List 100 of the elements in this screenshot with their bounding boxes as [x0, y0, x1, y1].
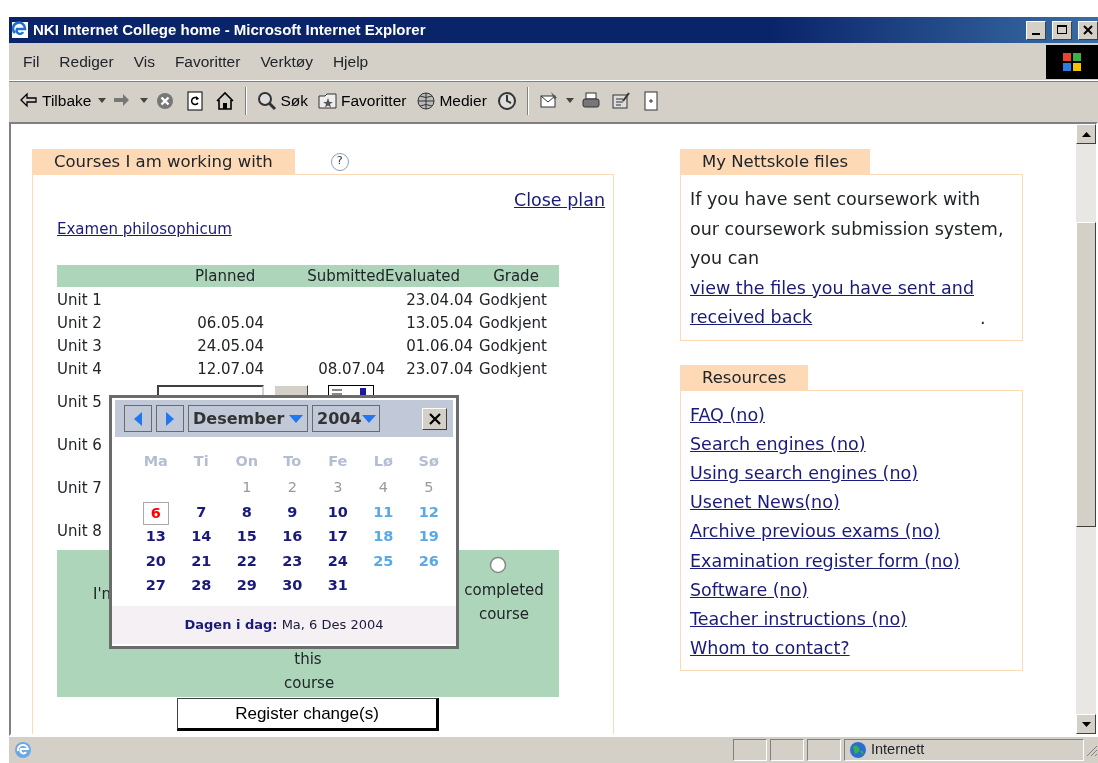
calendar-day[interactable]: 8	[224, 501, 270, 524]
globe-icon	[849, 741, 867, 759]
resource-link[interactable]: Examination register form (no)	[690, 546, 960, 576]
printer-icon	[580, 90, 601, 111]
calendar-day[interactable]: 27	[133, 575, 179, 597]
up-arrow-icon[interactable]	[1081, 131, 1091, 137]
table-cell-text: Godkjent	[478, 312, 548, 334]
year-dropdown[interactable]: 2004	[312, 405, 380, 432]
register-button[interactable]: Register change(s)	[177, 698, 439, 732]
maximize-button[interactable]	[1052, 20, 1072, 40]
toolbar-button[interactable]: Tilbake	[15, 86, 96, 115]
resource-link[interactable]: FAQ (no)	[690, 400, 765, 430]
files-link[interactable]: view the files you have sent and received back	[690, 273, 980, 333]
option-label: this course	[284, 649, 332, 695]
resource-link[interactable]: Search engines (no)	[690, 429, 866, 459]
menu-item[interactable]: Vis	[123, 49, 165, 74]
window-title: NKI Internet College home - Microsoft Internet Explorer	[33, 19, 426, 40]
menu-item[interactable]: Hjelp	[322, 49, 379, 74]
weekday-label: Lø	[372, 452, 394, 471]
table-cell-text: 08.07.04	[317, 358, 385, 380]
resize-grip-icon[interactable]	[1084, 743, 1098, 757]
resource-link[interactable]: Archive previous exams (no)	[690, 517, 941, 547]
column-header: Evaluated	[385, 266, 462, 288]
previous-month-button[interactable]	[124, 405, 152, 432]
menu-item[interactable]: Rediger	[49, 49, 124, 74]
close-button[interactable]	[1078, 20, 1098, 40]
table-cell-text: 12.07.04	[196, 358, 264, 380]
right-arrow-icon	[165, 411, 175, 426]
calendar-day[interactable]: 23	[269, 550, 315, 573]
row-label: Unit 1	[57, 289, 102, 311]
folder-icon	[317, 90, 338, 111]
search-icon	[257, 90, 278, 111]
globe-icon	[416, 90, 437, 111]
calendar-day[interactable]: 28	[178, 575, 224, 597]
calendar-day[interactable]: 14	[178, 526, 224, 548]
resource-link[interactable]: Using search engines (no)	[690, 458, 919, 489]
refresh-icon	[185, 90, 206, 111]
toolbar-button[interactable]: Favoritter	[313, 86, 411, 115]
minimize-button[interactable]	[1026, 20, 1046, 40]
calendar-day[interactable]: 31	[315, 575, 361, 597]
clock-icon	[496, 90, 517, 111]
calendar-day[interactable]: 24	[315, 550, 361, 573]
resource-link[interactable]: Usenet News(no)	[690, 488, 840, 518]
minimize-icon	[1032, 33, 1040, 35]
course-link[interactable]: Examen philosophicum	[57, 218, 232, 241]
caret-icon[interactable]	[564, 97, 575, 104]
toolbar-button[interactable]: Søk	[253, 86, 312, 115]
calendar-day[interactable]: 20	[133, 550, 179, 573]
calendar-day[interactable]: 22	[224, 550, 270, 573]
close-icon	[1081, 23, 1095, 37]
calendar-day[interactable]: 15	[224, 526, 270, 548]
row-label: Unit 6	[57, 434, 102, 456]
weekday-label: Sø	[417, 452, 440, 471]
row-label: Unit 7	[57, 477, 102, 499]
page-icon	[13, 740, 33, 760]
status-bar-panel	[807, 739, 841, 761]
status-bar-panel	[733, 739, 767, 761]
mail-icon	[538, 90, 559, 111]
vertical-scrollbar[interactable]	[1076, 124, 1096, 734]
weekday-label: To	[282, 452, 303, 471]
calendar-day[interactable]: 10	[315, 501, 361, 524]
calendar-day[interactable]: 6	[142, 501, 169, 526]
calendar-day[interactable]: 29	[224, 575, 270, 597]
table-cell-text: Godkjent	[478, 335, 548, 357]
table-cell-text: 24.05.04	[196, 335, 264, 357]
resource-link[interactable]: Software (no)	[690, 575, 809, 605]
table-cell-text: 23.07.04	[405, 358, 473, 380]
column-header: Grade	[492, 266, 540, 288]
table-cell-text: 01.06.04	[405, 335, 473, 357]
close-icon	[428, 412, 441, 425]
caret-icon[interactable]	[139, 97, 150, 104]
radio-button[interactable]	[489, 556, 507, 575]
close-plan-link[interactable]: Close plan	[513, 187, 605, 214]
menu-item[interactable]: Verktøy	[250, 49, 323, 74]
resource-link[interactable]: Teacher instructions (no)	[690, 604, 907, 635]
row-label: Unit 5	[57, 391, 102, 413]
table-cell-text: 13.05.04	[405, 312, 473, 334]
toolbar-button[interactable]: Medier	[412, 86, 491, 115]
month-dropdown[interactable]: Desember	[188, 405, 308, 432]
resource-link[interactable]: Whom to contact?	[690, 634, 850, 664]
calendar-day[interactable]: 21	[178, 550, 224, 573]
weekday-label: On	[234, 452, 260, 471]
table-cell-text: Godkjent	[478, 289, 548, 311]
calendar-day[interactable]: 13	[133, 526, 179, 548]
calendar-day[interactable]: 9	[269, 501, 315, 524]
caret-icon[interactable]	[97, 97, 108, 104]
table-cell-text: 23.04.04	[405, 289, 473, 311]
calendar-day[interactable]: 16	[269, 526, 315, 548]
next-month-button[interactable]	[156, 405, 184, 432]
caret-icon	[361, 414, 376, 423]
down-arrow-icon[interactable]	[1081, 721, 1091, 727]
calendar-day[interactable]: 30	[269, 575, 315, 597]
menu-item[interactable]: Fil	[13, 49, 50, 74]
calendar-day[interactable]: 7	[178, 501, 224, 524]
maximize-icon	[1055, 23, 1069, 37]
close-button[interactable]	[422, 407, 447, 430]
row-label: Unit 4	[57, 358, 102, 380]
menu-item[interactable]: Favoritter	[164, 49, 251, 74]
calendar-day[interactable]: 17	[315, 526, 361, 548]
windows-logo	[1046, 44, 1098, 79]
